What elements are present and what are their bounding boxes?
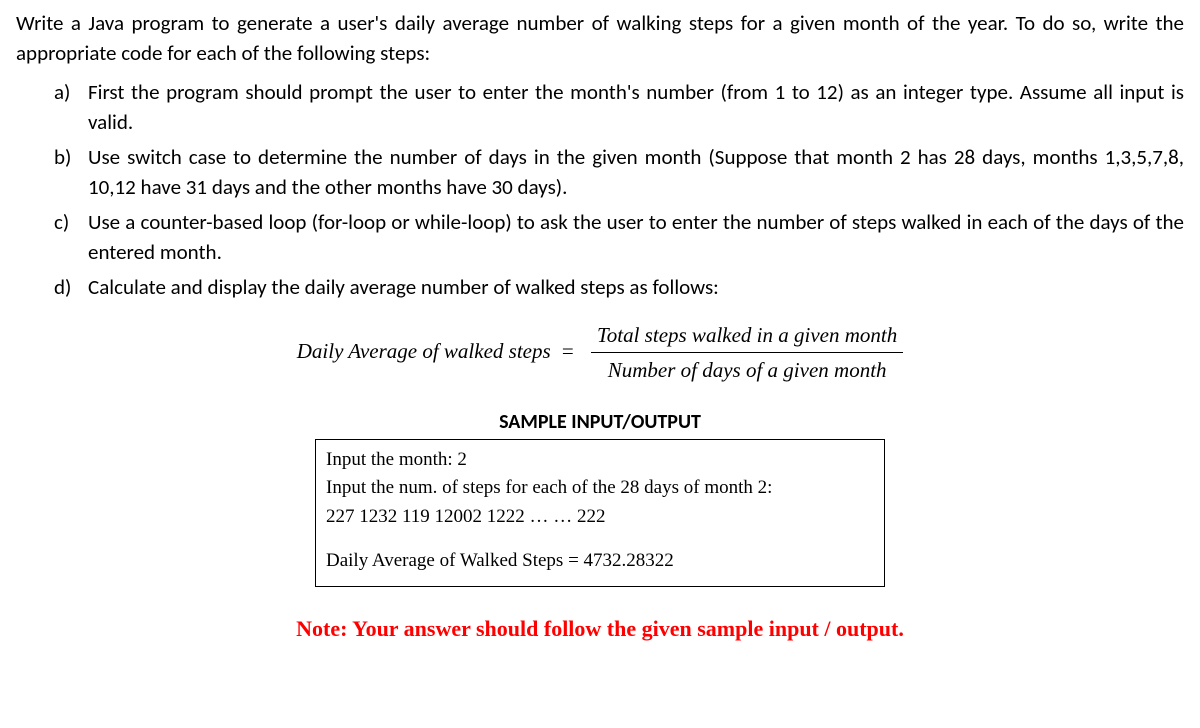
sample-box: Input the month: 2 Input the num. of ste… xyxy=(315,439,885,587)
formula: Daily Average of walked steps = Total st… xyxy=(16,320,1184,386)
list-item: d) Calculate and display the daily avera… xyxy=(54,272,1184,302)
fraction-numerator: Total steps walked in a given month xyxy=(591,320,903,353)
instruction-list: a) First the program should prompt the u… xyxy=(16,77,1184,302)
list-item: a) First the program should prompt the u… xyxy=(54,77,1184,138)
sample-line: 227 1232 119 12002 1222 … … 222 xyxy=(326,503,874,532)
sample-line: Daily Average of Walked Steps = 4732.283… xyxy=(326,547,874,576)
item-text: Use switch case to determine the number … xyxy=(88,142,1184,203)
sample-title: SAMPLE INPUT/OUTPUT xyxy=(16,408,1184,437)
equals-sign: = xyxy=(562,339,574,363)
fraction-denominator: Number of days of a given month xyxy=(591,353,903,385)
item-text: First the program should prompt the user… xyxy=(88,77,1184,138)
item-text: Use a counter-based loop (for-loop or wh… xyxy=(88,207,1184,268)
fraction: Total steps walked in a given month Numb… xyxy=(591,320,903,386)
list-item: c) Use a counter-based loop (for-loop or… xyxy=(54,207,1184,268)
sample-line: Input the month: 2 xyxy=(326,446,874,475)
list-item: b) Use switch case to determine the numb… xyxy=(54,142,1184,203)
formula-left: Daily Average of walked steps xyxy=(297,339,551,363)
sample-line: Input the num. of steps for each of the … xyxy=(326,474,874,503)
item-marker: c) xyxy=(54,207,88,268)
item-marker: d) xyxy=(54,272,88,302)
note-text: Note: Your answer should follow the give… xyxy=(16,613,1184,645)
item-marker: a) xyxy=(54,77,88,138)
item-text: Calculate and display the daily average … xyxy=(88,272,1184,302)
intro-text: Write a Java program to generate a user'… xyxy=(16,8,1184,69)
item-marker: b) xyxy=(54,142,88,203)
